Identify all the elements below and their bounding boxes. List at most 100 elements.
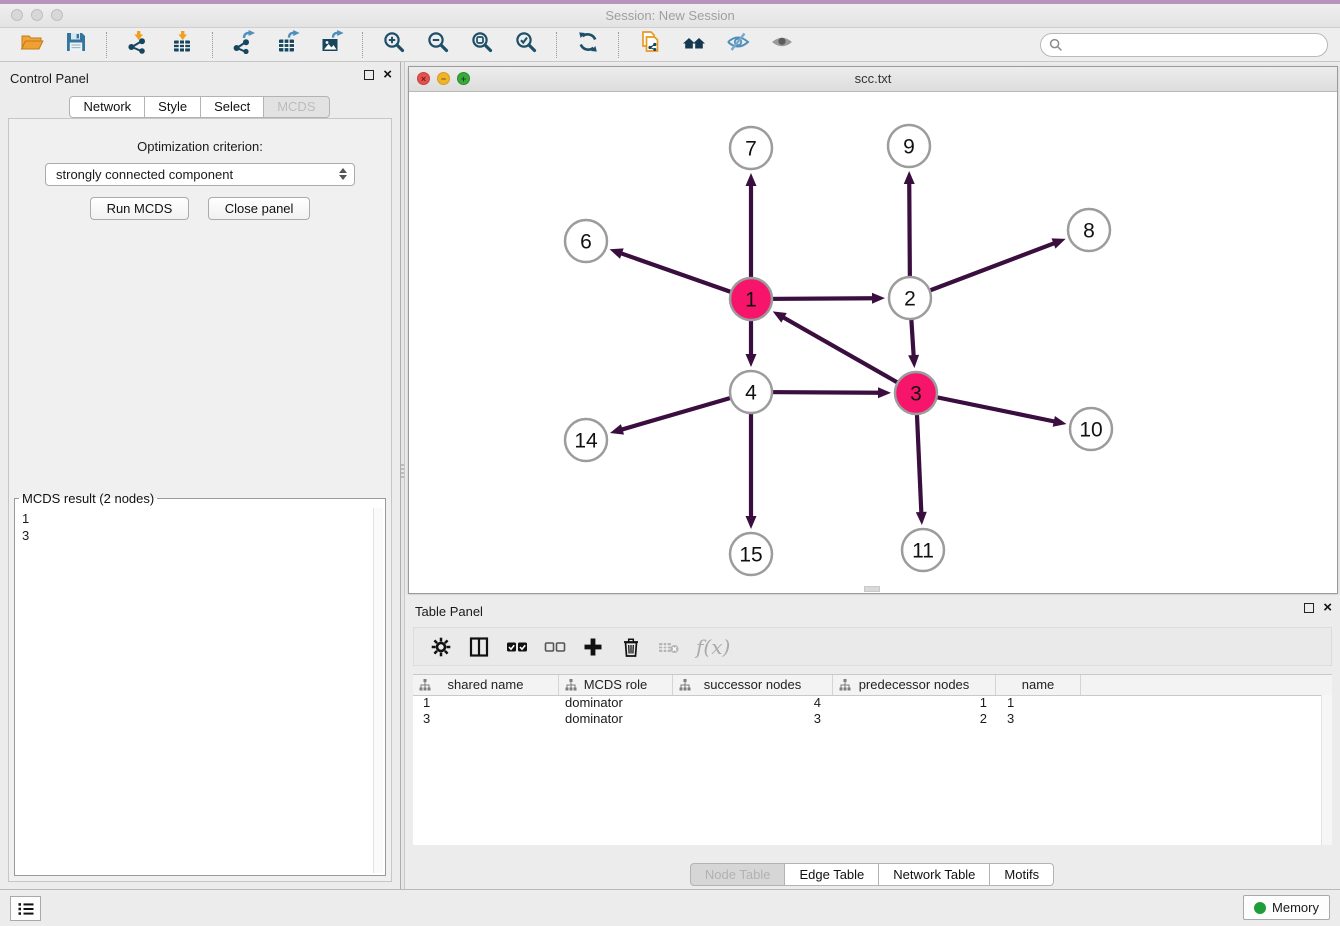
cell-name[interactable]: 3 — [996, 711, 1081, 727]
zoom-out-button[interactable] — [421, 31, 455, 59]
node-label: 7 — [745, 138, 757, 161]
cell-successor-nodes[interactable]: 4 — [673, 695, 833, 711]
edge-2-8[interactable] — [910, 243, 1055, 298]
column-header-mcds-role[interactable]: MCDS role — [559, 675, 673, 695]
toolbar-separator — [362, 32, 364, 58]
close-panel-icon[interactable]: × — [1323, 602, 1332, 614]
select-all-columns-button[interactable] — [502, 634, 532, 660]
table-scrollbar[interactable] — [1321, 695, 1332, 845]
copy-network-view-button[interactable] — [633, 31, 667, 59]
arrowhead-icon — [746, 354, 757, 367]
export-table-button[interactable] — [271, 31, 305, 59]
task-history-button[interactable] — [10, 896, 41, 921]
maximize-view-button[interactable]: + — [457, 72, 470, 85]
table-row[interactable]: 1 dominator 4 1 1 — [413, 695, 1322, 711]
table-settings-button[interactable] — [426, 634, 456, 660]
float-panel-icon[interactable] — [1304, 603, 1314, 613]
result-scrollbar[interactable] — [373, 508, 383, 873]
float-panel-icon[interactable] — [364, 70, 374, 80]
toolbar-separator — [106, 32, 108, 58]
network-graph[interactable]: 7968124314101511 — [409, 92, 1337, 593]
mcds-result-text[interactable]: 1 3 — [17, 508, 373, 873]
cell-shared-name[interactable]: 3 — [413, 711, 559, 727]
table-tabs: Node TableEdge TableNetwork TableMotifs — [405, 863, 1340, 886]
hide-selected-button[interactable] — [721, 31, 755, 59]
tab-node-table[interactable]: Node Table — [690, 863, 786, 886]
zoom-fit-button[interactable] — [465, 31, 499, 59]
cell-predecessor-nodes[interactable]: 1 — [833, 695, 996, 711]
show-columns-button[interactable] — [464, 634, 494, 660]
export-image-button[interactable] — [315, 31, 349, 59]
cell-mcds-role[interactable]: dominator — [559, 695, 673, 711]
mcds-panel: Optimization criterion: strongly connect… — [8, 118, 392, 882]
cell-mcds-role[interactable]: dominator — [559, 711, 673, 727]
search-field[interactable] — [1040, 33, 1328, 57]
criterion-select[interactable]: strongly connected component — [45, 163, 355, 186]
zoom-selected-icon — [514, 30, 538, 59]
node-label: 15 — [739, 544, 762, 567]
delete-column-button[interactable] — [616, 634, 646, 660]
network-view-window: × − + scc.txt 7968124314101511 — [408, 66, 1338, 594]
hierarchy-icon — [679, 679, 691, 691]
close-panel-icon[interactable]: × — [383, 69, 392, 81]
show-all-button[interactable] — [765, 31, 799, 59]
network-canvas[interactable]: 7968124314101511 — [409, 92, 1337, 593]
refresh-button[interactable] — [571, 31, 605, 59]
import-network-button[interactable] — [121, 31, 155, 59]
column-header-name[interactable]: name — [996, 675, 1081, 695]
cell-name[interactable]: 1 — [996, 695, 1081, 711]
cell-predecessor-nodes[interactable]: 2 — [833, 711, 996, 727]
minimize-view-button[interactable]: − — [437, 72, 450, 85]
table-row[interactable]: 3 dominator 3 2 3 — [413, 711, 1322, 727]
edge-3-1[interactable] — [782, 317, 916, 393]
zoom-out-icon — [426, 30, 450, 59]
home-button[interactable] — [677, 31, 711, 59]
tab-network-table[interactable]: Network Table — [878, 863, 990, 886]
right-area: × − + scc.txt 7968124314101511 Table Pan… — [405, 62, 1340, 890]
window-controls[interactable] — [11, 9, 63, 21]
export-network-button[interactable] — [227, 31, 261, 59]
cell-successor-nodes[interactable]: 3 — [673, 711, 833, 727]
search-input[interactable] — [1068, 36, 1319, 53]
tab-edge-table[interactable]: Edge Table — [784, 863, 879, 886]
column-header-successor-nodes[interactable]: successor nodes — [673, 675, 833, 695]
export-table-icon — [276, 30, 300, 59]
checked-boxes-icon — [506, 636, 528, 658]
close-panel-button[interactable]: Close panel — [208, 197, 311, 220]
columns-icon — [468, 636, 490, 658]
column-header-shared-name[interactable]: shared name — [413, 675, 559, 695]
zoom-in-button[interactable] — [377, 31, 411, 59]
cell-shared-name[interactable]: 1 — [413, 695, 559, 711]
view-resize-grip[interactable] — [864, 586, 880, 592]
network-window-titlebar: × − + scc.txt — [409, 67, 1337, 92]
tab-mcds[interactable]: MCDS — [263, 96, 329, 118]
close-view-button[interactable]: × — [417, 72, 430, 85]
delete-table-button[interactable] — [654, 634, 684, 660]
function-builder-button[interactable]: f(x) — [696, 635, 730, 659]
import-table-button[interactable] — [165, 31, 199, 59]
tab-select[interactable]: Select — [200, 96, 264, 118]
tab-network[interactable]: Network — [69, 96, 145, 118]
unselect-all-columns-button[interactable] — [540, 634, 570, 660]
column-header-predecessor-nodes[interactable]: predecessor nodes — [833, 675, 996, 695]
zoom-fit-icon — [470, 30, 494, 59]
run-mcds-button[interactable]: Run MCDS — [90, 197, 190, 220]
memory-button[interactable]: Memory — [1243, 895, 1330, 920]
zoom-selected-button[interactable] — [509, 31, 543, 59]
network-view-title: scc.txt — [409, 67, 1337, 91]
list-icon — [16, 900, 36, 918]
save-session-button[interactable] — [59, 31, 93, 59]
node-label: 3 — [910, 383, 922, 406]
tab-motifs[interactable]: Motifs — [989, 863, 1054, 886]
close-window-button[interactable] — [11, 9, 23, 21]
hierarchy-icon — [839, 679, 851, 691]
create-column-button[interactable] — [578, 634, 608, 660]
minimize-window-button[interactable] — [31, 9, 43, 21]
home-icon — [682, 30, 706, 59]
control-panel: Control Panel × NetworkStyleSelectMCDS O… — [0, 62, 400, 890]
zoom-window-button[interactable] — [51, 9, 63, 21]
open-session-button[interactable] — [15, 31, 49, 59]
node-label: 9 — [903, 136, 915, 159]
refresh-icon — [576, 30, 600, 59]
tab-style[interactable]: Style — [144, 96, 201, 118]
